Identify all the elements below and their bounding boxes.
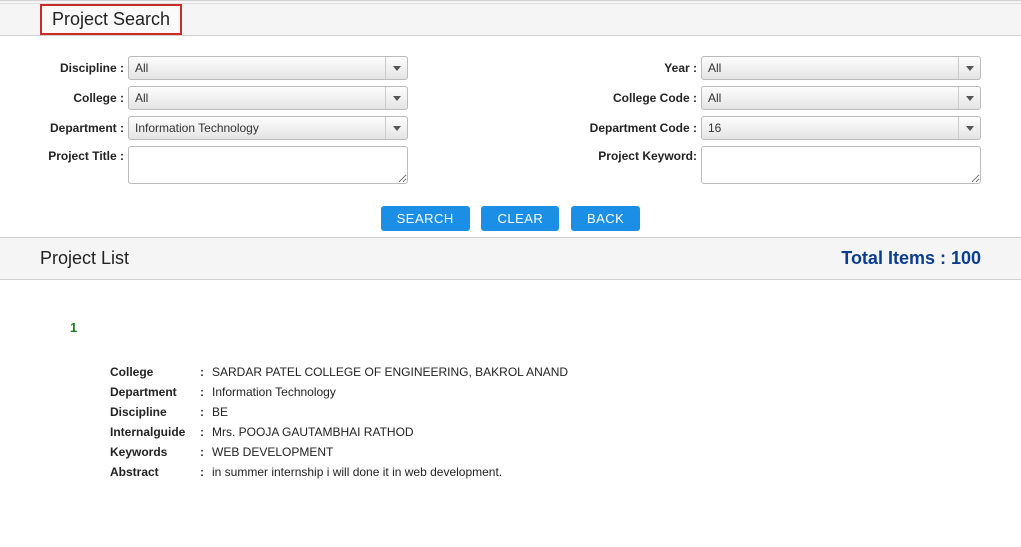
detail-row-department: Department : Information Technology <box>110 385 951 399</box>
department-code-value: 16 <box>708 121 721 135</box>
detail-value: WEB DEVELOPMENT <box>212 445 333 459</box>
department-code-label: Department Code : <box>590 121 701 135</box>
detail-key: Department <box>110 385 200 399</box>
detail-row-abstract: Abstract : in summer internship i will d… <box>110 465 951 479</box>
detail-key: Discipline <box>110 405 200 419</box>
detail-row-guide: Internalguide : Mrs. POOJA GAUTAMBHAI RA… <box>110 425 951 439</box>
college-value: All <box>135 91 148 105</box>
result-details: College : SARDAR PATEL COLLEGE OF ENGINE… <box>110 365 951 479</box>
result-item: 1 College : SARDAR PATEL COLLEGE OF ENGI… <box>0 280 1021 505</box>
list-title: Project List <box>40 248 129 269</box>
chevron-down-icon <box>958 87 980 109</box>
search-form: Discipline : All Year : All College : Al… <box>0 36 1021 200</box>
project-title-input[interactable] <box>128 146 408 184</box>
title-bar: Project Search <box>0 4 1021 36</box>
department-code-select[interactable]: 16 <box>701 116 981 140</box>
discipline-value: All <box>135 61 148 75</box>
detail-key: Keywords <box>110 445 200 459</box>
chevron-down-icon <box>958 57 980 79</box>
college-code-value: All <box>708 91 721 105</box>
detail-value: in summer internship i will done it in w… <box>212 465 502 479</box>
list-header: Project List Total Items : 100 <box>0 237 1021 280</box>
department-value: Information Technology <box>135 121 259 135</box>
project-keyword-input[interactable] <box>701 146 981 184</box>
year-value: All <box>708 61 721 75</box>
discipline-select[interactable]: All <box>128 56 408 80</box>
detail-row-discipline: Discipline : BE <box>110 405 951 419</box>
button-row: SEARCH CLEAR BACK <box>0 200 1021 237</box>
detail-value: BE <box>212 405 228 419</box>
detail-value: SARDAR PATEL COLLEGE OF ENGINEERING, BAK… <box>212 365 568 379</box>
college-code-select[interactable]: All <box>701 86 981 110</box>
department-select[interactable]: Information Technology <box>128 116 408 140</box>
detail-key: Internalguide <box>110 425 200 439</box>
year-select[interactable]: All <box>701 56 981 80</box>
detail-value: Information Technology <box>212 385 336 399</box>
search-button[interactable]: SEARCH <box>381 206 470 231</box>
detail-key: College <box>110 365 200 379</box>
college-code-label: College Code : <box>613 91 701 105</box>
back-button[interactable]: BACK <box>571 206 640 231</box>
chevron-down-icon <box>385 117 407 139</box>
chevron-down-icon <box>385 87 407 109</box>
total-items: Total Items : 100 <box>841 248 981 269</box>
detail-row-keywords: Keywords : WEB DEVELOPMENT <box>110 445 951 459</box>
discipline-label: Discipline : <box>40 61 128 75</box>
chevron-down-icon <box>958 117 980 139</box>
year-label: Year : <box>613 61 701 75</box>
result-index: 1 <box>70 320 951 335</box>
clear-button[interactable]: CLEAR <box>481 206 559 231</box>
detail-value: Mrs. POOJA GAUTAMBHAI RATHOD <box>212 425 414 439</box>
chevron-down-icon <box>385 57 407 79</box>
college-select[interactable]: All <box>128 86 408 110</box>
department-label: Department : <box>40 121 128 135</box>
project-title-label: Project Title : <box>40 146 128 163</box>
project-keyword-label: Project Keyword: <box>598 146 701 163</box>
page-title: Project Search <box>40 4 182 35</box>
detail-key: Abstract <box>110 465 200 479</box>
college-label: College : <box>40 91 128 105</box>
detail-row-college: College : SARDAR PATEL COLLEGE OF ENGINE… <box>110 365 951 379</box>
